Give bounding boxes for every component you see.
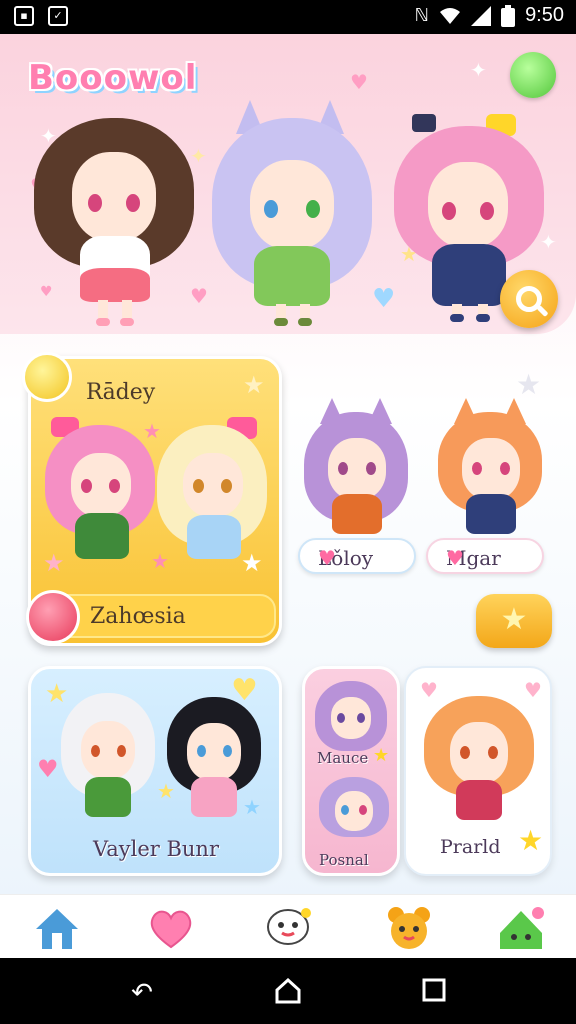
home-icon [36, 909, 78, 949]
character-card-label: Mauce [317, 749, 369, 767]
clock: 9:50 [525, 4, 564, 26]
favorite-star-button[interactable]: ★ [476, 594, 552, 648]
image-notification-icon: ▪ [14, 6, 34, 26]
character-illustration [157, 415, 267, 565]
leaf-icon[interactable] [510, 52, 556, 98]
checkbox-notification-icon: ✓ [48, 6, 68, 26]
star-icon: ★ [516, 368, 542, 401]
tab-profile[interactable] [384, 903, 434, 953]
character-illustration [212, 100, 372, 330]
character-illustration [319, 773, 389, 849]
star-icon: ★ [373, 745, 390, 766]
character-name-pill[interactable]: Lǒloy ♥ [298, 538, 416, 574]
chat-icon [267, 908, 311, 945]
character-illustration[interactable] [438, 398, 542, 538]
bottom-tab-bar [0, 894, 576, 958]
nfc-icon: ℕ [414, 5, 430, 26]
heart-icon [150, 910, 192, 949]
heart-icon: ♥ [372, 284, 396, 314]
app-logo: Booowol [28, 58, 198, 98]
smiley-badge-icon [22, 352, 72, 402]
tab-chat[interactable] [264, 903, 314, 953]
recents-button[interactable] [414, 978, 454, 1009]
signal-icon [471, 5, 492, 26]
heart-icon: ♥ [37, 755, 59, 783]
search-icon [516, 286, 542, 312]
wifi-icon [440, 7, 461, 24]
house-leaf-icon [500, 907, 544, 949]
character-illustration [424, 686, 534, 836]
battery-icon [501, 4, 516, 27]
app-screen: Booowol ✦ ♥ ✦ ✦ ♥ ♥ ♥ ♥ ★ ✦ [0, 34, 576, 958]
status-bar: ▪ ✓ ℕ 9:50 [0, 0, 576, 34]
character-illustration [61, 693, 155, 827]
tab-shop[interactable] [496, 903, 546, 953]
character-illustration [45, 415, 155, 565]
character-card[interactable]: ♥ ♥ ★ Prarld [404, 666, 552, 876]
featured-card-title: Rādey [86, 380, 156, 405]
home-nav-icon [275, 977, 301, 1004]
character-illustration [167, 697, 261, 831]
character-illustration [315, 675, 387, 755]
character-card-label: Posnal [319, 851, 369, 869]
search-button[interactable] [500, 270, 558, 328]
heart-icon: ♥ [446, 546, 464, 570]
featured-card-subtitle: Zahœsia [90, 604, 186, 629]
star-icon: ★ [243, 371, 265, 399]
back-icon: ↶ [131, 978, 153, 1008]
system-nav-bar: ↶ [0, 958, 576, 1024]
back-button[interactable]: ↶ [122, 978, 162, 1008]
heart-icon: ♥ [350, 70, 368, 94]
heart-icon: ♥ [318, 546, 336, 570]
bear-badge-icon [26, 590, 80, 644]
character-card-label: Vayler Bunr [93, 837, 219, 861]
character-card[interactable]: ★ ♥ ♥ ★ ★ Vayler Bunr [28, 666, 282, 876]
character-illustration[interactable] [304, 398, 408, 538]
recents-icon [422, 978, 446, 1002]
home-button[interactable] [268, 977, 308, 1011]
sparkle-icon: ✦ [470, 58, 487, 82]
character-illustration [34, 118, 194, 328]
tab-home[interactable] [32, 903, 82, 953]
bear-icon [388, 907, 430, 949]
character-card[interactable]: Mauce ★ Posnal [302, 666, 400, 876]
character-card-label: Prarld [440, 836, 501, 858]
hero-banner: Booowol ✦ ♥ ✦ ✦ ♥ ♥ ♥ ♥ ★ ✦ [0, 34, 576, 334]
character-name-pill[interactable]: Mgar ♥ [426, 538, 544, 574]
star-icon: ★ [500, 602, 528, 637]
tab-favorites[interactable] [146, 903, 196, 953]
